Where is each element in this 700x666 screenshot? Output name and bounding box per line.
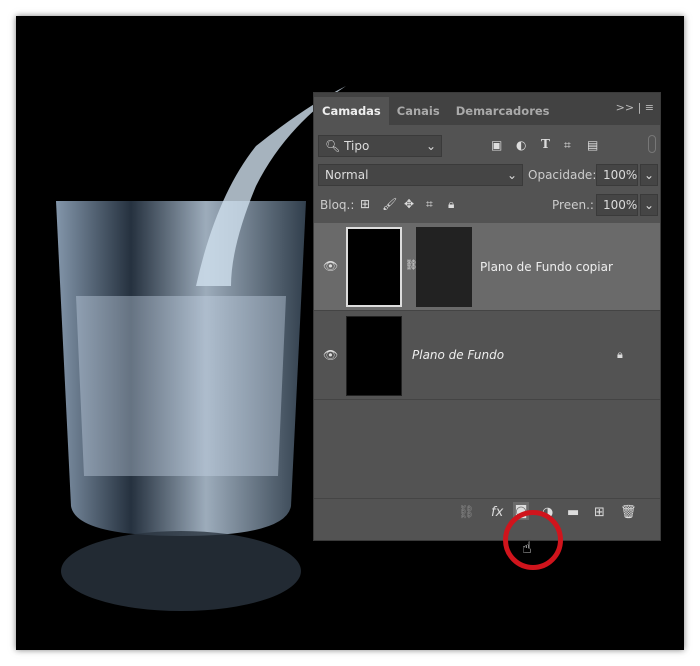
filter-toggle[interactable] — [648, 135, 656, 153]
chevron-down-icon: ⌄ — [506, 168, 517, 182]
layers-panel: Camadas Canais Demarcadores >> | ≡ 🔍︎ Ti… — [313, 92, 661, 541]
opacity-label: Opacidade: — [528, 168, 597, 182]
chevron-down-icon: ⌄ — [425, 139, 436, 153]
type-filter-icon[interactable]: T — [541, 137, 550, 151]
link-icon[interactable]: ⛓︎ — [458, 505, 475, 520]
image-filter-icon[interactable]: ▣ — [491, 138, 502, 152]
layer-name: Plano de Fundo — [412, 348, 505, 362]
new-layer-icon[interactable]: ⊞ — [594, 505, 605, 520]
layer-thumbnail[interactable] — [346, 316, 402, 396]
lock-paint-icon[interactable]: 🖌︎ — [382, 197, 397, 211]
layer-row-plano-de-fundo-copiar[interactable]: 👁︎ ⛓︎ Plano de Fundo copiar — [314, 223, 660, 311]
lock-artboard-icon[interactable]: ⌗ — [426, 197, 433, 212]
panel-footer: ⛓︎ fx ◙ ◑ ▬ ⊞ 🗑︎ — [314, 498, 660, 526]
fill-input[interactable]: 100% — [596, 194, 638, 216]
fx-icon[interactable]: fx — [491, 505, 503, 520]
highlight-circle — [503, 510, 563, 570]
adjustment-filter-icon[interactable]: ◐ — [516, 138, 526, 152]
lock-transparent-icon[interactable]: ⊞ — [360, 197, 370, 211]
lock-position-icon[interactable]: ✥ — [404, 197, 414, 211]
panel-tabs: Camadas Canais Demarcadores >> | ≡ — [314, 93, 660, 125]
blend-mode-value: Normal — [325, 168, 369, 182]
lock-label: Bloq.: — [320, 198, 355, 212]
filter-type-value: Tipo — [344, 139, 370, 153]
opacity-dropdown[interactable]: ⌄ — [640, 164, 658, 186]
fill-dropdown[interactable]: ⌄ — [640, 194, 658, 216]
blend-mode-select[interactable]: Normal ⌄ — [318, 164, 523, 186]
shape-filter-icon[interactable]: ⌗ — [564, 138, 571, 153]
tab-canais[interactable]: Canais — [389, 97, 448, 125]
fill-label: Preen.: — [552, 198, 594, 212]
eye-icon[interactable]: 👁︎ — [323, 348, 338, 362]
folder-icon[interactable]: ▬ — [567, 505, 579, 520]
layer-row-plano-de-fundo[interactable]: 👁︎ Plano de Fundo 🔒︎ — [314, 312, 660, 400]
tab-camadas[interactable]: Camadas — [314, 97, 389, 125]
smart-object-filter-icon[interactable]: ▤ — [587, 138, 598, 152]
filter-type-select[interactable]: 🔍︎ Tipo ⌄ — [318, 135, 442, 157]
panel-menu-button[interactable]: >> | ≡ — [616, 101, 654, 114]
layer-name: Plano de Fundo copiar — [480, 260, 613, 274]
eye-icon[interactable]: 👁︎ — [323, 259, 338, 273]
layer-mask-thumbnail[interactable] — [416, 227, 472, 307]
opacity-input[interactable]: 100% — [596, 164, 638, 186]
lock-all-icon[interactable]: 🔒︎ — [448, 197, 454, 212]
lock-icon: 🔒︎ — [617, 348, 623, 361]
trash-icon[interactable]: 🗑︎ — [620, 505, 637, 520]
layer-thumbnail[interactable] — [346, 227, 402, 307]
tab-demarcadores[interactable]: Demarcadores — [448, 97, 558, 125]
hand-cursor-icon: ☝︎ — [522, 538, 532, 557]
